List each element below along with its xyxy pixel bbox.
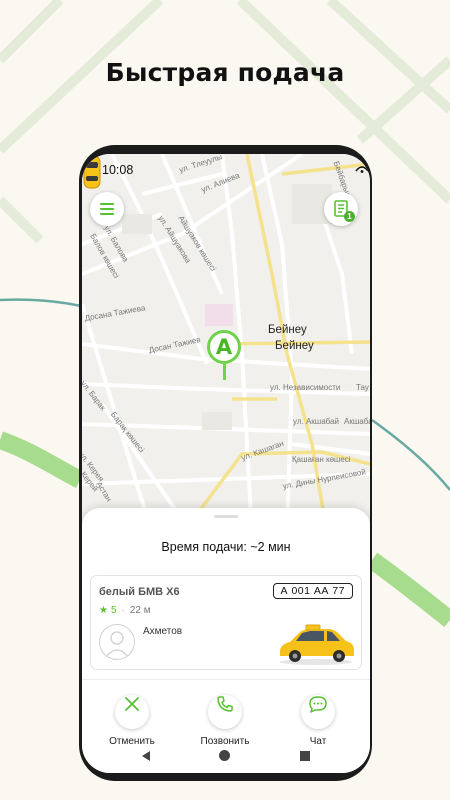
orders-badge: 1 <box>344 211 355 222</box>
call-button[interactable]: Позвонить <box>195 687 255 747</box>
order-sheet: Время подачи: ~2 мин белый БМВ Х6 А 001 … <box>82 508 370 773</box>
chat-button-circle[interactable] <box>301 695 335 729</box>
separator-dot: · <box>121 605 125 616</box>
chat-button[interactable]: Чат <box>288 687 348 747</box>
license-plate: А 001 АА 77 <box>272 583 353 599</box>
status-time: 10:08 <box>102 163 134 177</box>
car-model: белый БМВ Х6 <box>99 586 180 598</box>
chat-label: Чат <box>309 736 327 747</box>
phone-screen: 10:08 ул. Тлеуулы ул. Алиева ул. Айшуако… <box>82 154 370 773</box>
wait-time-text: Время подачи: ~2 мин <box>161 540 291 554</box>
home-icon[interactable] <box>219 750 230 761</box>
taxi-car-image <box>280 624 354 665</box>
driver-avatar <box>99 624 135 660</box>
city-label: Бейнеу <box>275 340 314 352</box>
driver-distance: 22 м <box>129 605 151 616</box>
order-list-icon <box>334 200 348 217</box>
street-label: ул. Независимости <box>270 383 341 392</box>
system-nav-bar <box>82 748 370 768</box>
back-icon[interactable] <box>142 751 152 761</box>
map-view[interactable]: 10:08 ул. Тлеуулы ул. Алиева ул. Айшуако… <box>82 154 370 534</box>
taxi-car-icon <box>83 155 101 189</box>
street-label: Тау <box>356 383 369 392</box>
divider <box>82 679 370 680</box>
close-icon <box>125 697 139 711</box>
rating-row: ★ 5 · 22 м <box>99 605 151 616</box>
street-label: Қашаған көшесі <box>292 455 351 464</box>
street-label: Акшабай <box>344 417 370 426</box>
user-icon <box>105 631 129 658</box>
chat-icon <box>309 696 327 713</box>
street-label: ул. Акшабай <box>293 417 339 426</box>
call-label: Позвонить <box>200 736 250 747</box>
cancel-button-circle[interactable] <box>115 695 149 729</box>
pickup-pin-stem <box>223 364 226 380</box>
phone-icon <box>217 696 233 712</box>
recent-apps-icon[interactable] <box>300 751 310 761</box>
cancel-button[interactable]: Отменить <box>102 687 162 747</box>
menu-button[interactable] <box>90 192 124 226</box>
orders-button[interactable]: 1 <box>324 192 358 226</box>
sheet-handle[interactable] <box>214 515 238 518</box>
hamburger-icon <box>100 203 114 215</box>
call-button-circle[interactable] <box>208 695 242 729</box>
star-icon: ★ <box>99 605 108 616</box>
driver-name: Ахметов <box>143 626 183 637</box>
pickup-pin[interactable]: A <box>207 330 241 364</box>
driver-card[interactable]: белый БМВ Х6 А 001 АА 77 ★ 5 · 22 м Ахметов <box>90 575 362 670</box>
driver-rating: 5 <box>110 605 117 616</box>
cancel-label: Отменить <box>109 736 155 747</box>
headline: Быстрая подача <box>105 58 345 87</box>
city-label: Бейнеу <box>268 324 307 336</box>
